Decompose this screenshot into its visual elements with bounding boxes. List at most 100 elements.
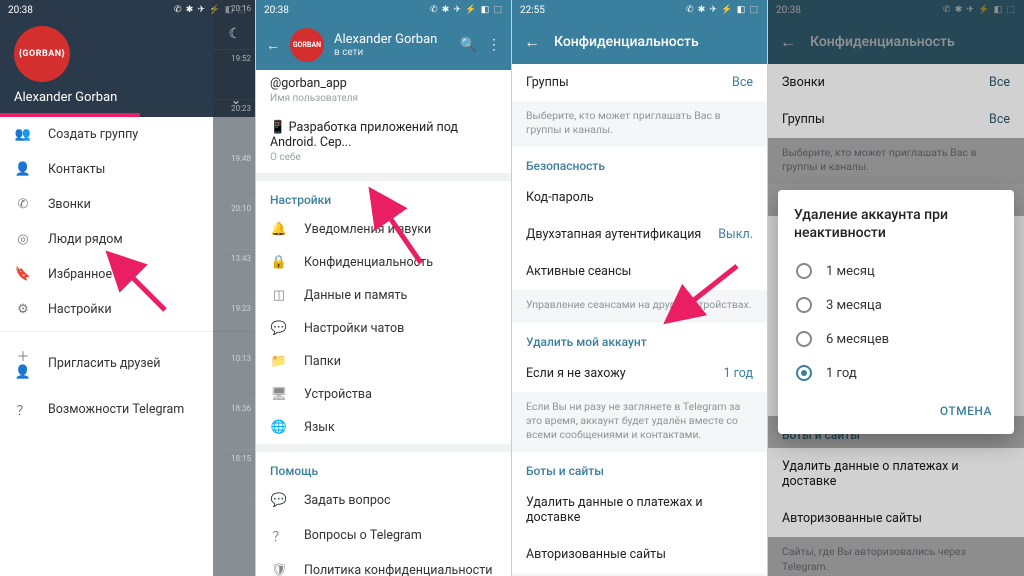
back-icon[interactable]: ← [524, 32, 540, 52]
panel-dialog: 20:38 ✆ ✱ ✈ ⚡ ◧ ⬚ ← Конфиденциальность З… [768, 0, 1024, 576]
row-label: Активные сеансы [526, 264, 631, 279]
question-icon: ？ [270, 526, 288, 545]
option-label: 1 год [826, 366, 857, 381]
group-icon: 👥 [14, 127, 32, 142]
option-1-month[interactable]: 1 месяц [794, 254, 998, 288]
lock-icon: 🔒 [270, 255, 288, 270]
about-row[interactable]: 📱 Разработка приложений под Android. Сер… [256, 114, 511, 173]
section-delete-account: Удалить мой аккаунт [512, 323, 767, 355]
section-bots: Боты и сайты [512, 452, 767, 484]
drawer-label: Настройки [48, 302, 112, 317]
row-value: 1 год [724, 366, 754, 381]
avatar[interactable]: GORBAN [290, 28, 324, 62]
option-6-months[interactable]: 6 месяцев [794, 322, 998, 356]
header-title: Конфиденциальность [554, 34, 699, 50]
radio-icon [796, 365, 812, 381]
option-label: 3 месяца [826, 298, 882, 313]
chat-icon: 💬 [270, 321, 288, 336]
status-icons: ✆ ✱ ✈ ⚡ ◧ ⬚ [686, 5, 759, 15]
privacy-groups[interactable]: Группы Все [512, 64, 767, 101]
row-label: Удалить данные о платежах и доставке [526, 495, 753, 525]
account-name: Alexander Gorban [14, 90, 241, 105]
bookmark-icon: 🔖 [14, 267, 32, 282]
help-faq[interactable]: ？Вопросы о Telegram [256, 517, 511, 554]
row-value: Выкл. [718, 227, 753, 242]
row-label: Код-пароль [526, 190, 594, 205]
row-value: Все [732, 75, 753, 90]
option-1-year[interactable]: 1 год [794, 356, 998, 390]
back-icon[interactable]: ← [266, 37, 280, 54]
panel-settings: 20:38 ✆ ✱ ✈ ⚡ ◧ ⬚ ← GORBAN Alexander Gor… [256, 0, 512, 576]
header-name: Alexander Gorban [334, 32, 450, 47]
settings-privacy[interactable]: 🔒 Конфиденциальность [256, 246, 511, 279]
status-bar: 20:38 ✆ ✱ ✈ ⚡ ◧ ⬚ [256, 0, 511, 20]
invite-icon: ＋👤 [14, 346, 32, 380]
username-row[interactable]: @gorban_app Имя пользователя [256, 70, 511, 114]
row-label: Группы [526, 75, 569, 90]
item-label: Конфиденциальность [304, 255, 433, 270]
option-3-months[interactable]: 3 месяца [794, 288, 998, 322]
about-label: О себе [270, 152, 497, 163]
privacy-sessions[interactable]: Активные сеансы [512, 253, 767, 290]
privacy-two-step[interactable]: Двухэтапная аутентификацияВыкл. [512, 216, 767, 253]
settings-header: ← GORBAN Alexander Gorban в сети 🔍 ⋮ [256, 20, 511, 70]
option-label: 6 месяцев [826, 332, 889, 347]
status-icons: ✆ ✱ ✈ ⚡ ◧ ⬚ [430, 5, 503, 15]
avatar[interactable]: {GORBAN} [14, 26, 70, 82]
bell-icon: 🔔 [270, 222, 288, 237]
item-label: Данные и память [304, 288, 407, 303]
settings-folders[interactable]: 📁Папки [256, 345, 511, 378]
row-label: Если я не захожу [526, 366, 626, 381]
header-status: в сети [334, 47, 450, 58]
settings-chat[interactable]: 💬Настройки чатов [256, 312, 511, 345]
search-icon[interactable]: 🔍 [460, 37, 477, 53]
help-policy[interactable]: 🛡 Политика конфиденциальности [256, 554, 511, 576]
privacy-passc[interactable]: Код-пароль [512, 179, 767, 216]
drawer-label: Пригласить друзей [48, 356, 160, 371]
privacy-payments[interactable]: Удалить данные о платежах и доставке [512, 484, 767, 536]
settings-data[interactable]: ◫ Данные и память [256, 279, 511, 312]
dialog-title: Удаление аккаунта при неактивности [794, 206, 998, 242]
drawer-label: Возможности Telegram [48, 402, 184, 417]
settings-devices[interactable]: 🖥Устройства [256, 378, 511, 411]
settings-notifications[interactable]: 🔔Уведомления и звуки [256, 213, 511, 246]
shield-icon: 🛡 [270, 563, 288, 576]
item-label: Политика конфиденциальности [304, 563, 492, 576]
settings-language[interactable]: 🌐 Язык [256, 411, 511, 444]
drawer-label: Звонки [48, 197, 91, 212]
inactive-note: Если Вы ни разу не заглянете в Telegram … [512, 392, 767, 453]
radio-icon [796, 331, 812, 347]
drawer-label: Контакты [48, 162, 105, 177]
privacy-sites[interactable]: Авторизованные сайты [512, 536, 767, 573]
panel-drawer: 20:1619:5220:23 19:4820:1013:43 19:2310:… [0, 0, 256, 576]
phone-icon: ✆ [14, 197, 32, 212]
panel-privacy: 22:55 ✆ ✱ ✈ ⚡ ◧ ⬚ ← Конфиденциальность Г… [512, 0, 768, 576]
option-label: 1 месяц [826, 264, 875, 279]
nearby-icon: ◎ [14, 232, 32, 247]
radio-icon [796, 263, 812, 279]
help-ask[interactable]: 💬Задать вопрос [256, 484, 511, 517]
more-icon[interactable]: ⋮ [487, 37, 501, 53]
privacy-inactive[interactable]: Если я не захожу 1 год [512, 355, 767, 392]
username-value: @gorban_app [270, 76, 497, 91]
section-security: Безопасность [512, 147, 767, 179]
item-label: Устройства [304, 387, 372, 402]
username-label: Имя пользователя [270, 93, 497, 104]
person-icon: 👤 [14, 162, 32, 177]
item-label: Язык [304, 420, 335, 435]
item-label: Задать вопрос [304, 493, 391, 508]
status-time: 20:38 [8, 5, 33, 16]
data-icon: ◫ [270, 288, 288, 303]
cancel-button[interactable]: ОТМЕНА [934, 396, 998, 426]
status-time: 22:55 [520, 5, 545, 16]
chevron-down-icon[interactable]: ⌄ [231, 93, 241, 107]
globe-icon: 🌐 [270, 420, 288, 435]
section-help: Помощь [256, 452, 511, 484]
folder-icon: 📁 [270, 354, 288, 369]
radio-icon [796, 297, 812, 313]
groups-note: Выберите, кто может приглашать Вас в гру… [512, 101, 767, 147]
status-bar: 22:55 ✆ ✱ ✈ ⚡ ◧ ⬚ [512, 0, 767, 20]
night-mode-icon[interactable]: ☾ [228, 26, 241, 42]
sessions-note: Управление сеансами на других устройства… [512, 290, 767, 322]
help-icon: ？ [14, 400, 32, 419]
